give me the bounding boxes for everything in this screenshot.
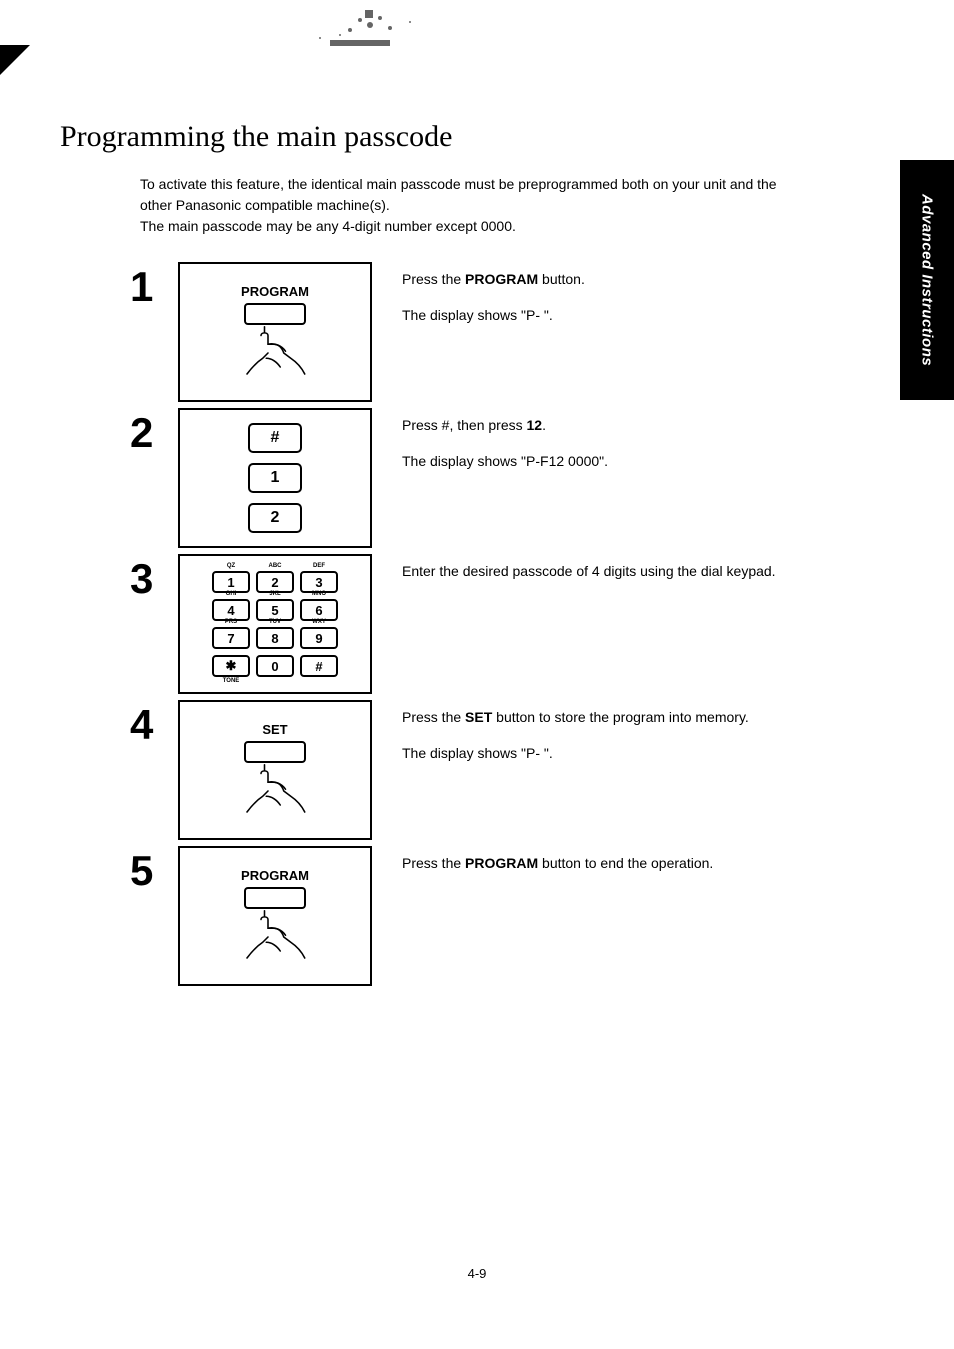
keypad-key-2: ABC 2 — [256, 571, 294, 593]
step-description: Press #, then press 12. The display shows… — [372, 408, 608, 487]
keypad-key-6: MNO 6 — [300, 599, 338, 621]
key-2: 2 — [248, 503, 302, 533]
step-illustration: #1 2 — [178, 408, 372, 548]
page: Advanced Instructions Programming the ma… — [0, 0, 954, 1341]
keypad-key-7: PRS 7 — [212, 627, 250, 649]
button-icon — [244, 887, 306, 909]
step-number: 3 — [130, 554, 178, 600]
keypad-key-#: # — [300, 655, 338, 677]
step-text-line: The display shows "P- ". — [402, 742, 749, 764]
step-number: 1 — [130, 262, 178, 308]
step-5: 5 PROGRAM Press the PROGRAM button to en… — [130, 846, 894, 986]
step-3: 3 QZ 1 ABC 2 DEF 3 GHI 4 — [130, 554, 894, 694]
step-description: Press the PROGRAM button. The display sho… — [372, 262, 585, 341]
keypad-key-9: WXY 9 — [300, 627, 338, 649]
step-text-line: Press the PROGRAM button to end the oper… — [402, 852, 713, 874]
button-icon — [244, 303, 306, 325]
step-1: 1 PROGRAM Press the PROGRAM button. The d… — [130, 262, 894, 402]
step-text-line: The display shows "P- ". — [402, 304, 585, 326]
step-text-line: Press the PROGRAM button. — [402, 268, 585, 290]
page-corner-artifact — [0, 45, 30, 75]
keypad-icon: QZ 1 ABC 2 DEF 3 GHI 4 JKL 5 — [212, 571, 338, 677]
page-number: 4-9 — [60, 1266, 894, 1281]
button-icon — [244, 741, 306, 763]
button-label: PROGRAM — [241, 284, 309, 299]
key-1: 1 — [248, 463, 302, 493]
page-title: Programming the main passcode — [60, 120, 894, 154]
hand-icon — [240, 325, 310, 381]
keypad-key-8: TUV 8 — [256, 627, 294, 649]
hand-icon — [240, 909, 310, 965]
step-illustration: PROGRAM — [178, 846, 372, 986]
step-number: 4 — [130, 700, 178, 746]
button-label: PROGRAM — [241, 868, 309, 883]
step-description: Press the SET button to store the progra… — [372, 700, 749, 779]
section-tab: Advanced Instructions — [900, 160, 954, 400]
step-text-line: Enter the desired passcode of 4 digits u… — [402, 560, 776, 582]
keypad-key-1: QZ 1 — [212, 571, 250, 593]
keypad-key-0: 0 — [256, 655, 294, 677]
step-illustration: SET — [178, 700, 372, 840]
hand-icon — [240, 763, 310, 819]
step-number: 2 — [130, 408, 178, 454]
step-illustration: QZ 1 ABC 2 DEF 3 GHI 4 JKL 5 — [178, 554, 372, 694]
step-description: Enter the desired passcode of 4 digits u… — [372, 554, 776, 596]
keypad-key-4: GHI 4 — [212, 599, 250, 621]
step-number: 5 — [130, 846, 178, 892]
intro-text: To activate this feature, the identical … — [140, 174, 800, 237]
button-label: SET — [262, 722, 287, 737]
step-text-line: The display shows "P-F12 0000". — [402, 450, 608, 472]
step-illustration: PROGRAM — [178, 262, 372, 402]
step-2: 2 #1 2 Press #, then press 12. The display… — [130, 408, 894, 548]
steps-list: 1 PROGRAM Press the PROGRAM button. The d… — [130, 262, 894, 986]
step-text-line: Press #, then press 12. — [402, 414, 608, 436]
keypad-key-5: JKL 5 — [256, 599, 294, 621]
intro-line-2: The main passcode may be any 4-digit num… — [140, 218, 516, 234]
intro-line-1: To activate this feature, the identical … — [140, 176, 777, 213]
step-text-line: Press the SET button to store the progra… — [402, 706, 749, 728]
keypad-key-3: DEF 3 — [300, 571, 338, 593]
step-description: Press the PROGRAM button to end the oper… — [372, 846, 713, 888]
keypad-key-✱: ✱ TONE — [212, 655, 250, 677]
scan-artifact — [280, 0, 480, 50]
step-4: 4 SET Press the SET button to store the … — [130, 700, 894, 840]
key-#: # — [248, 423, 302, 453]
